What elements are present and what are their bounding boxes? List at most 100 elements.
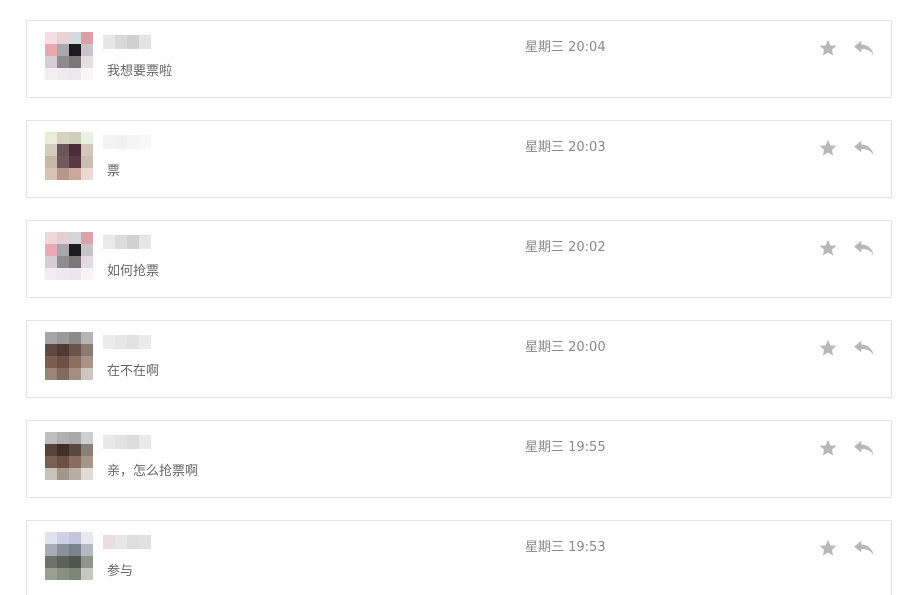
message-text: 参与 <box>107 564 134 579</box>
message-item[interactable]: 票 星期三 20:03 <box>26 120 892 198</box>
message-text: 我想要票啦 <box>107 64 173 79</box>
sender-name-blurred <box>103 435 151 449</box>
message-text: 在不在啊 <box>107 364 160 379</box>
avatar-pixel <box>57 544 69 556</box>
message-item[interactable]: 在不在啊 星期三 20:00 <box>26 320 892 398</box>
name-blur-block <box>103 535 115 549</box>
avatar-pixel <box>69 268 81 280</box>
avatar-pixel <box>81 532 93 544</box>
avatar-pixel <box>57 68 69 80</box>
name-blur-block <box>103 335 115 349</box>
sender-name-blurred <box>103 535 151 549</box>
message-text: 亲，怎么抢票啊 <box>107 464 199 479</box>
name-blur-block <box>139 335 151 349</box>
avatar-pixel <box>81 56 93 68</box>
name-blur-block <box>139 35 151 49</box>
avatar[interactable] <box>45 132 93 180</box>
star-icon[interactable] <box>818 138 838 158</box>
avatar-pixel <box>69 244 81 256</box>
avatar-pixel <box>57 556 69 568</box>
avatar-pixel <box>57 456 69 468</box>
name-blur-block <box>103 135 115 149</box>
avatar-pixel <box>45 68 57 80</box>
avatar-pixel <box>69 132 81 144</box>
avatar-pixel <box>45 456 57 468</box>
avatar-pixel <box>45 432 57 444</box>
reply-icon[interactable] <box>853 439 875 457</box>
avatar-pixel <box>57 568 69 580</box>
avatar-pixel <box>45 232 57 244</box>
avatar-pixel <box>57 332 69 344</box>
message-time: 星期三 20:03 <box>525 140 606 155</box>
avatar-pixel <box>69 544 81 556</box>
avatar-pixel <box>69 68 81 80</box>
avatar-pixel <box>81 132 93 144</box>
avatar-pixel <box>81 568 93 580</box>
reply-icon[interactable] <box>853 339 875 357</box>
avatar-pixel <box>81 544 93 556</box>
name-blur-block <box>115 235 127 249</box>
avatar-pixel <box>57 432 69 444</box>
avatar-pixel <box>69 232 81 244</box>
avatar-pixel <box>45 468 57 480</box>
avatar-pixel <box>69 432 81 444</box>
star-icon[interactable] <box>818 38 838 58</box>
avatar[interactable] <box>45 232 93 280</box>
avatar[interactable] <box>45 432 93 480</box>
name-blur-block <box>115 135 127 149</box>
reply-icon[interactable] <box>853 139 875 157</box>
avatar-pixel <box>81 244 93 256</box>
avatar-pixel <box>45 344 57 356</box>
avatar-pixel <box>57 256 69 268</box>
message-item[interactable]: 亲，怎么抢票啊 星期三 19:55 <box>26 420 892 498</box>
message-list: 我想要票啦 星期三 20:04 票 星期三 20:03 如何抢票 星期三 20:02 在不在… <box>0 0 897 595</box>
avatar-pixel <box>57 468 69 480</box>
star-icon[interactable] <box>818 438 838 458</box>
name-blur-block <box>139 535 151 549</box>
message-time: 星期三 19:53 <box>525 540 606 555</box>
avatar-pixel <box>81 368 93 380</box>
avatar-pixel <box>57 44 69 56</box>
sender-name-blurred <box>103 135 151 149</box>
avatar[interactable] <box>45 32 93 80</box>
avatar-pixel <box>81 44 93 56</box>
avatar-pixel <box>57 268 69 280</box>
avatar-pixel <box>69 532 81 544</box>
reply-icon[interactable] <box>853 39 875 57</box>
avatar-pixel <box>45 144 57 156</box>
sender-name-blurred <box>103 35 151 49</box>
avatar-pixel <box>69 456 81 468</box>
avatar-pixel <box>57 356 69 368</box>
avatar-pixel <box>81 268 93 280</box>
star-icon[interactable] <box>818 338 838 358</box>
message-item[interactable]: 如何抢票 星期三 20:02 <box>26 220 892 298</box>
avatar-pixel <box>69 344 81 356</box>
avatar-pixel <box>57 132 69 144</box>
avatar-pixel <box>45 244 57 256</box>
star-icon[interactable] <box>818 238 838 258</box>
avatar-pixel <box>81 356 93 368</box>
reply-icon[interactable] <box>853 539 875 557</box>
reply-icon[interactable] <box>853 239 875 257</box>
name-blur-block <box>127 35 139 49</box>
avatar-pixel <box>45 268 57 280</box>
name-blur-block <box>103 435 115 449</box>
avatar-pixel <box>45 132 57 144</box>
star-icon[interactable] <box>818 538 838 558</box>
avatar-pixel <box>45 44 57 56</box>
message-item[interactable]: 参与 星期三 19:53 <box>26 520 892 595</box>
message-item[interactable]: 我想要票啦 星期三 20:04 <box>26 20 892 98</box>
avatar-pixel <box>69 556 81 568</box>
avatar-pixel <box>69 44 81 56</box>
avatar[interactable] <box>45 532 93 580</box>
avatar-pixel <box>69 32 81 44</box>
avatar-pixel <box>57 232 69 244</box>
avatar-pixel <box>57 32 69 44</box>
avatar[interactable] <box>45 332 93 380</box>
message-time: 星期三 20:04 <box>525 40 606 55</box>
avatar-pixel <box>45 444 57 456</box>
avatar-pixel <box>45 156 57 168</box>
avatar-pixel <box>57 144 69 156</box>
avatar-pixel <box>57 532 69 544</box>
name-blur-block <box>127 235 139 249</box>
